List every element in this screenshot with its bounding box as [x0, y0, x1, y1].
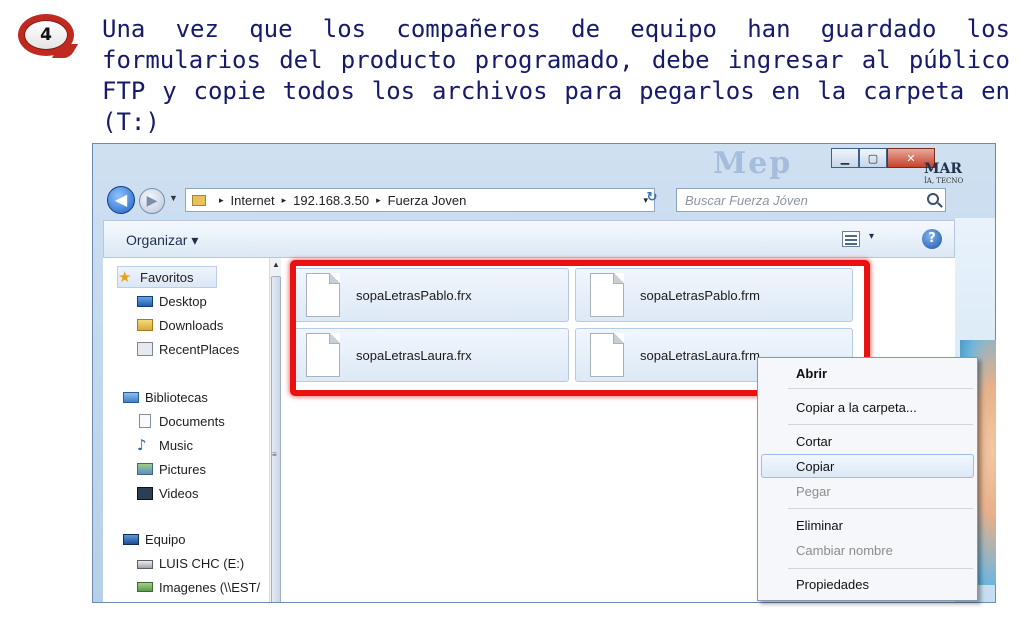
- nav-libraries[interactable]: Bibliotecas: [123, 386, 208, 408]
- nav-label: Documents: [159, 413, 225, 429]
- menu-item-cortar[interactable]: Cortar: [796, 434, 832, 449]
- brand-subtitle: ÍA, TECNO: [924, 177, 964, 185]
- title-bar: Mep ▁ ▢ ✕: [93, 144, 995, 182]
- step-number-badge: 4: [18, 14, 79, 58]
- menu-item-abrir[interactable]: Abrir: [796, 366, 827, 381]
- nav-computer[interactable]: Equipo: [123, 528, 185, 550]
- breadcrumb-separator[interactable]: ▸: [219, 195, 224, 206]
- views-icon[interactable]: [842, 231, 860, 247]
- brand-text: MAR ÍA, TECNO: [924, 161, 963, 185]
- command-toolbar: Organizar ▾ ▾ ?: [103, 220, 955, 258]
- forward-button[interactable]: ▶: [139, 188, 165, 214]
- nav-downloads[interactable]: Downloads: [137, 314, 223, 336]
- nav-label: Downloads: [159, 317, 224, 333]
- nav-label: Pictures: [159, 461, 206, 477]
- menu-item-cambiar-nombre: Cambiar nombre: [796, 543, 893, 558]
- nav-label: Favoritos: [140, 269, 194, 285]
- search-input[interactable]: Buscar Fuerza Jóven: [676, 188, 946, 212]
- nav-pictures[interactable]: Pictures: [137, 458, 206, 480]
- watermark-logo: Mep: [713, 146, 793, 181]
- menu-item-copiar-a-carpeta[interactable]: Copiar a la carpeta...: [796, 400, 917, 415]
- menu-separator: [788, 388, 973, 389]
- history-dropdown-icon[interactable]: ▼: [169, 193, 178, 203]
- nav-documents[interactable]: Documents: [137, 410, 225, 432]
- breadcrumb-fuerza-joven[interactable]: Fuerza Joven: [388, 193, 467, 208]
- menu-separator: [788, 424, 973, 425]
- brand-name: MAR: [924, 161, 962, 177]
- nav-drive-e[interactable]: LUIS CHC (E:): [137, 552, 244, 574]
- breadcrumb-separator[interactable]: ▸: [282, 195, 287, 206]
- scroll-grip-icon: ≡: [272, 450, 277, 459]
- navigation-bar: ◀ ▶ ▼ ▸ Internet ▸ 192.168.3.50 ▸ Fuerza…: [93, 182, 995, 218]
- help-icon[interactable]: ?: [922, 229, 942, 249]
- search-icon[interactable]: [927, 193, 939, 205]
- breadcrumb-ip[interactable]: 192.168.3.50: [293, 193, 369, 208]
- menu-item-copiar[interactable]: Copiar: [796, 459, 834, 474]
- menu-item-pegar: Pegar: [796, 484, 831, 499]
- menu-separator: [788, 508, 973, 509]
- libraries-icon: [123, 391, 139, 403]
- drive-icon: [137, 560, 153, 569]
- nav-network-drive[interactable]: Imagenes (\\EST/: [137, 576, 267, 598]
- scrollbar-thumb[interactable]: [271, 276, 281, 602]
- breadcrumb-internet[interactable]: Internet: [231, 193, 275, 208]
- context-menu: Abrir Copiar a la carpeta... Cortar Copi…: [757, 357, 978, 601]
- menu-hover-highlight: [761, 454, 974, 478]
- nav-desktop[interactable]: Desktop: [137, 290, 207, 312]
- nav-music[interactable]: ♪ Music: [137, 434, 193, 456]
- nav-label: Music: [159, 437, 193, 453]
- document-icon: [139, 414, 151, 428]
- videos-icon: [137, 486, 153, 500]
- nav-label: Desktop: [159, 293, 207, 309]
- desktop-icon: [137, 295, 153, 307]
- step-number: 4: [24, 20, 68, 50]
- music-icon: ♪: [137, 436, 147, 454]
- scroll-up-arrow-icon[interactable]: ▲: [272, 260, 280, 269]
- nav-videos[interactable]: Videos: [137, 482, 199, 504]
- navigation-pane: ★ Favoritos Desktop Downloads RecentPlac…: [103, 258, 281, 602]
- instruction-text: Una vez que los compañeros de equipo han…: [102, 15, 1010, 136]
- nav-label: LUIS CHC (E:): [159, 555, 245, 571]
- nav-scrollbar[interactable]: ▲ ≡: [269, 258, 281, 602]
- views-dropdown-icon[interactable]: ▾: [869, 231, 874, 242]
- back-button[interactable]: ◀: [107, 186, 135, 214]
- nav-label: Bibliotecas: [145, 389, 208, 405]
- computer-icon: [123, 533, 139, 545]
- nav-label: RecentPlaces: [159, 341, 240, 357]
- menu-item-eliminar[interactable]: Eliminar: [796, 518, 843, 533]
- minimize-button[interactable]: ▁: [831, 148, 859, 168]
- refresh-icon[interactable]: ↻: [641, 190, 663, 210]
- maximize-button[interactable]: ▢: [859, 148, 887, 168]
- folder-icon: [137, 319, 153, 331]
- recent-places-icon: [137, 342, 153, 356]
- menu-separator: [788, 568, 973, 569]
- folder-icon: [192, 194, 206, 206]
- address-bar[interactable]: ▸ Internet ▸ 192.168.3.50 ▸ Fuerza Joven…: [185, 188, 655, 212]
- star-icon: ★: [118, 268, 132, 286]
- nav-favorites[interactable]: ★ Favoritos: [117, 266, 217, 288]
- organize-menu-button[interactable]: Organizar ▾: [126, 232, 198, 249]
- breadcrumb-separator[interactable]: ▸: [376, 195, 381, 206]
- nav-label: Equipo: [145, 531, 186, 547]
- nav-recentplaces[interactable]: RecentPlaces: [137, 338, 239, 360]
- nav-label: Imagenes (\\EST/: [159, 579, 261, 595]
- pictures-icon: [137, 463, 153, 475]
- nav-label: Videos: [159, 485, 199, 501]
- window-controls: ▁ ▢ ✕: [831, 148, 935, 168]
- menu-item-propiedades[interactable]: Propiedades: [796, 577, 869, 592]
- network-drive-icon: [137, 582, 153, 592]
- search-placeholder: Buscar Fuerza Jóven: [685, 193, 808, 208]
